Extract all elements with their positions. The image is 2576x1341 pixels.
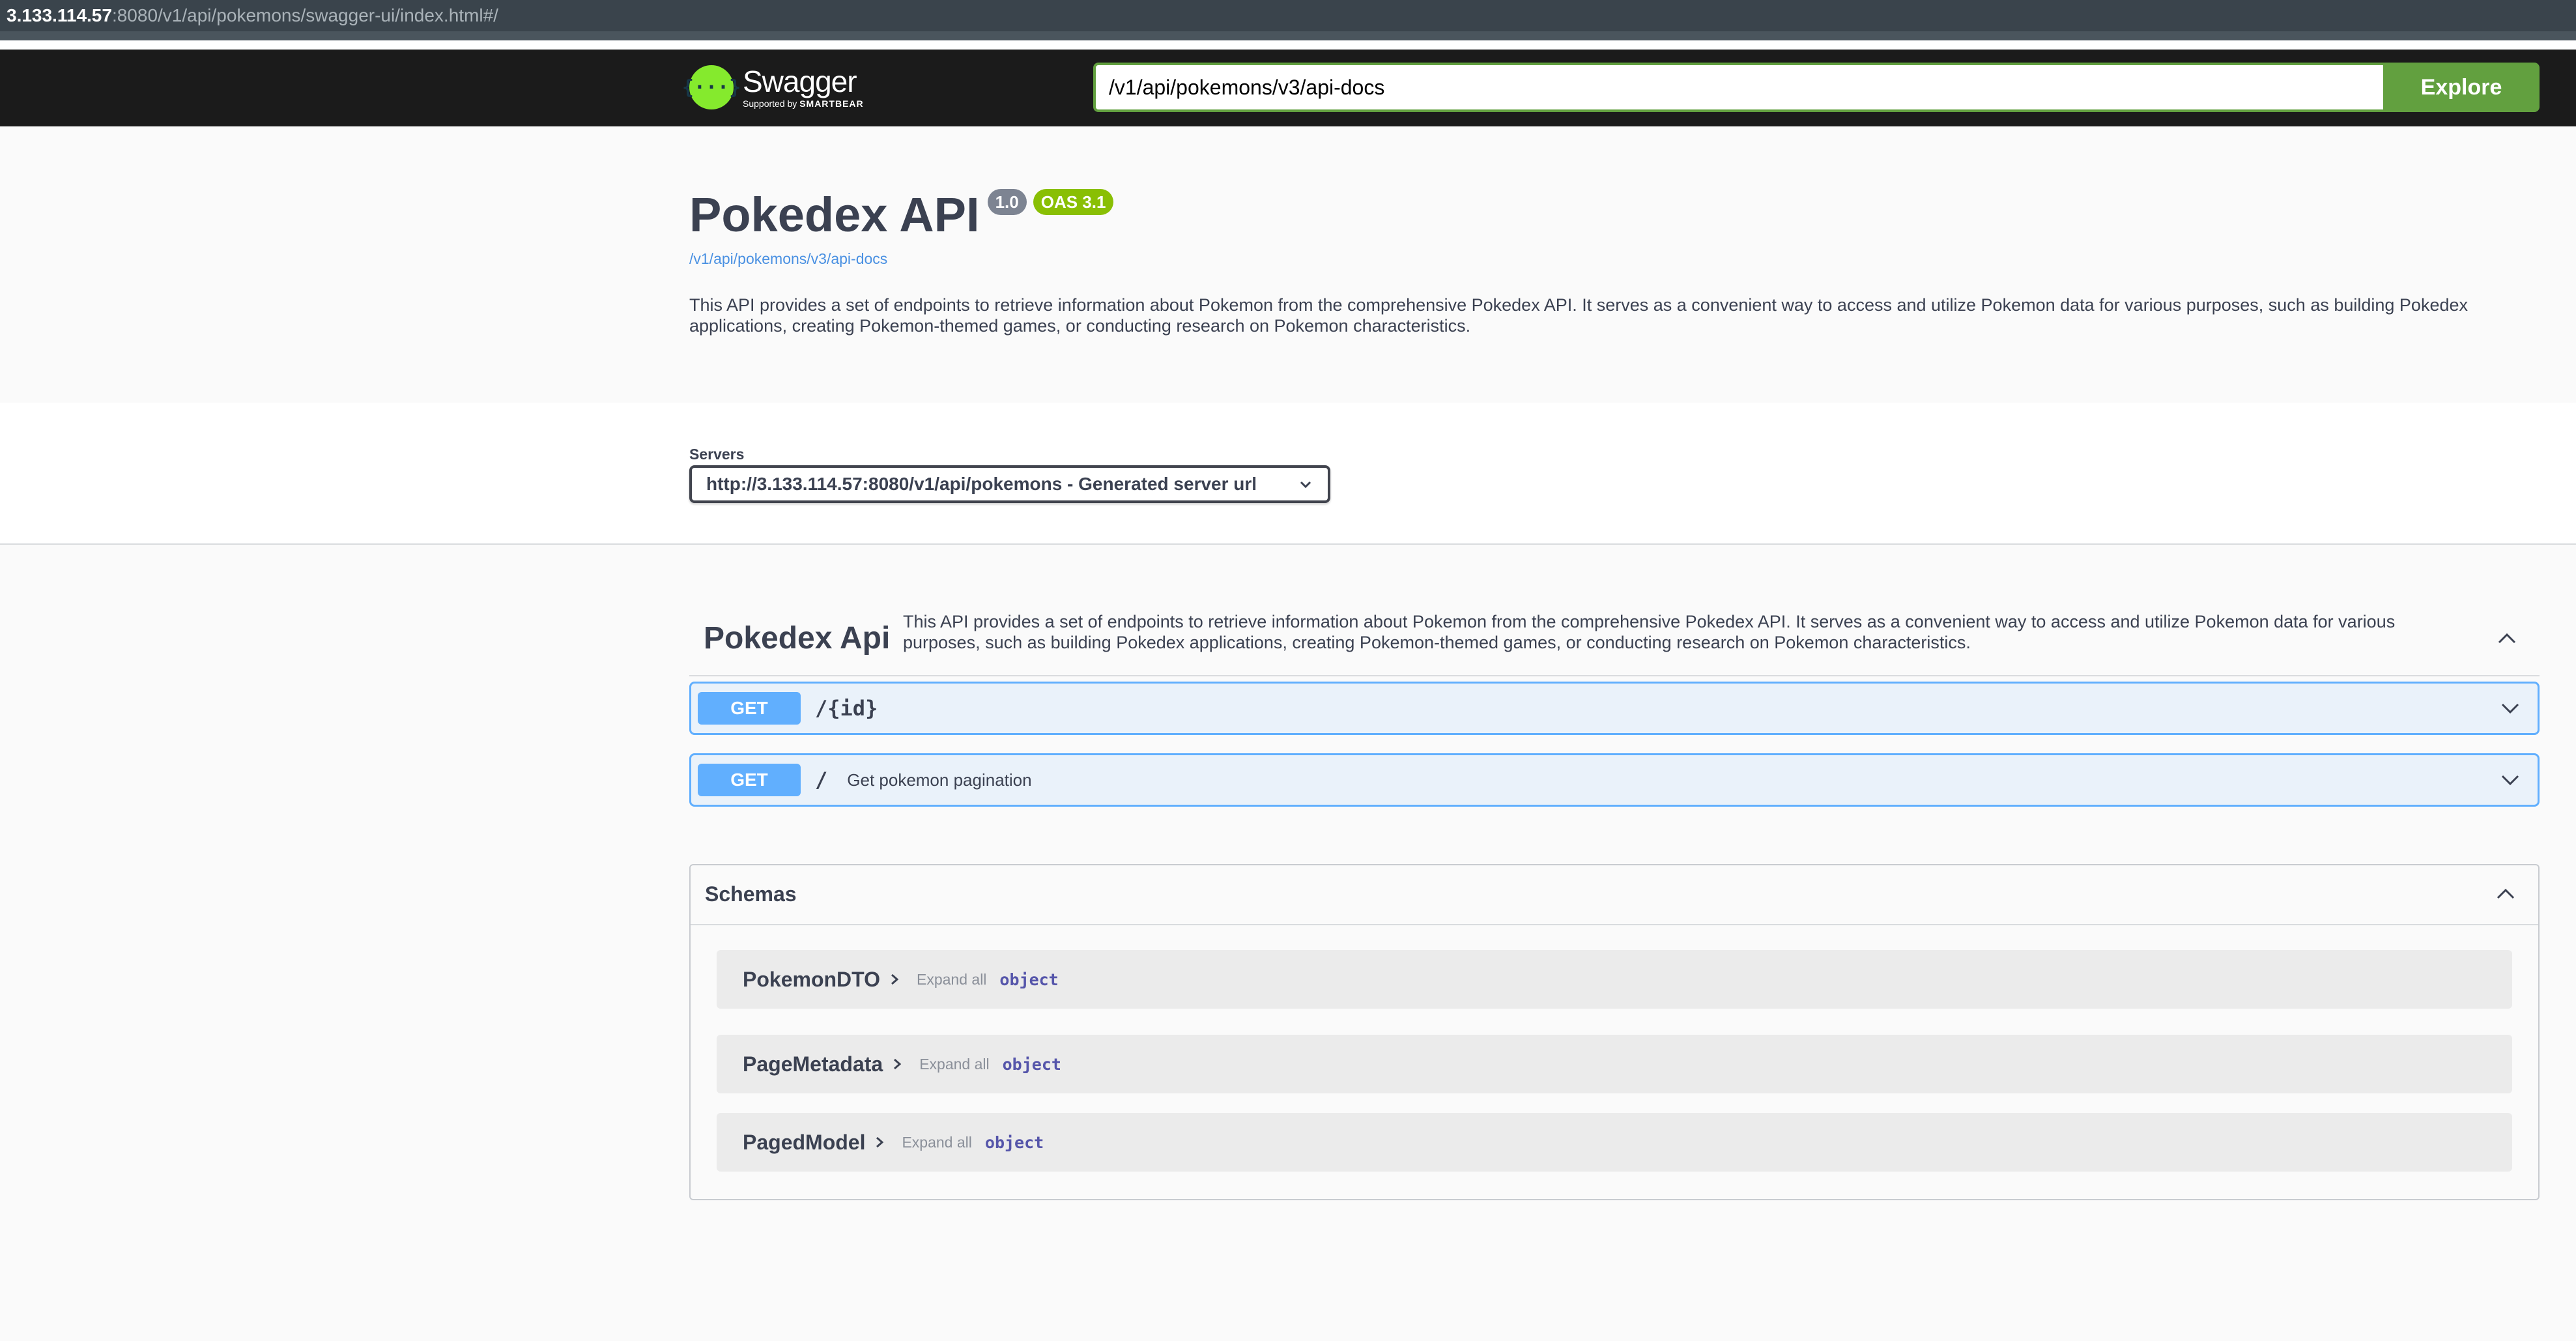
oas-badge: OAS 3.1 bbox=[1033, 189, 1114, 215]
operation-get-root[interactable]: GET / Get pokemon pagination bbox=[689, 753, 2540, 807]
expand-all-button[interactable]: Expand all bbox=[919, 1056, 989, 1073]
method-badge: GET bbox=[698, 764, 801, 796]
expand-all-button[interactable]: Expand all bbox=[902, 1134, 971, 1151]
api-info-section: Pokedex API 1.0 OAS 3.1 /v1/api/pokemons… bbox=[0, 126, 2576, 403]
servers-label: Servers bbox=[689, 446, 745, 463]
swagger-logo-icon: {···} bbox=[682, 65, 741, 109]
version-badge: 1.0 bbox=[987, 189, 1027, 215]
model-type: object bbox=[984, 1132, 1044, 1152]
expand-all-button[interactable]: Expand all bbox=[917, 971, 986, 988]
spec-url-input[interactable] bbox=[1093, 63, 2396, 112]
chevron-down-icon bbox=[1300, 481, 1311, 489]
server-select[interactable]: http://3.133.114.57:8080/v1/api/pokemons… bbox=[689, 465, 1330, 503]
method-badge: GET bbox=[698, 692, 801, 725]
operations-area: Pokedex Api This API provides a set of e… bbox=[0, 545, 2576, 1341]
chevron-down-icon[interactable] bbox=[2497, 767, 2523, 793]
chevron-down-icon[interactable] bbox=[2497, 695, 2523, 721]
model-type: object bbox=[1002, 1054, 1061, 1074]
logo-supported-text: Supported by bbox=[743, 98, 797, 109]
tag-description: This API provides a set of endpoints to … bbox=[903, 612, 2396, 652]
chevron-right-icon bbox=[894, 1058, 902, 1070]
api-description: This API provides a set of endpoints to … bbox=[689, 295, 2468, 336]
explore-button[interactable]: Explore bbox=[2383, 63, 2540, 112]
chevron-right-icon bbox=[876, 1136, 884, 1148]
swagger-logo[interactable]: {···} Swagger Supported by SMARTBEAR bbox=[682, 61, 864, 113]
model-type: object bbox=[999, 970, 1059, 989]
schemas-header[interactable]: Schemas bbox=[691, 865, 2538, 925]
operation-path: /{id} bbox=[815, 696, 878, 721]
api-title-row: Pokedex API 1.0 OAS 3.1 bbox=[689, 188, 1114, 242]
page-title: Pokedex API bbox=[689, 188, 980, 242]
browser-url-path: :8080/v1/api/pokemons/swagger-ui/index.h… bbox=[111, 5, 498, 25]
model-pagemetadata[interactable]: PageMetadata Expand all object bbox=[717, 1035, 2512, 1093]
model-name: PokemonDTO bbox=[743, 967, 880, 991]
operation-summary: Get pokemon pagination bbox=[847, 770, 1032, 790]
server-select-value: http://3.133.114.57:8080/v1/api/pokemons… bbox=[706, 474, 1257, 494]
swagger-logo-text: Swagger Supported by SMARTBEAR bbox=[743, 66, 864, 109]
tag-name: Pokedex Api bbox=[704, 621, 891, 656]
swagger-logo-subtitle: Supported by SMARTBEAR bbox=[743, 98, 864, 109]
schemas-title: Schemas bbox=[705, 882, 797, 906]
browser-url[interactable]: 3.133.114.57:8080/v1/api/pokemons/swagge… bbox=[7, 5, 498, 26]
operation-get-id[interactable]: GET /{id} bbox=[689, 682, 2540, 735]
servers-section: Servers http://3.133.114.57:8080/v1/api/… bbox=[0, 403, 2576, 545]
chevron-right-icon bbox=[891, 973, 899, 985]
operation-path: / bbox=[815, 768, 828, 792]
model-name: PageMetadata bbox=[743, 1052, 883, 1076]
model-pokemondto[interactable]: PokemonDTO Expand all object bbox=[717, 950, 2512, 1009]
model-name: PagedModel bbox=[743, 1130, 866, 1154]
browser-url-host: 3.133.114.57 bbox=[7, 5, 112, 25]
browser-address-bar[interactable]: 3.133.114.57:8080/v1/api/pokemons/swagge… bbox=[0, 0, 2576, 40]
model-pagedmodel[interactable]: PagedModel Expand all object bbox=[717, 1113, 2512, 1172]
chevron-up-icon[interactable] bbox=[2494, 626, 2520, 652]
tag-header[interactable]: Pokedex Api This API provides a set of e… bbox=[689, 598, 2540, 676]
swagger-logo-name: Swagger bbox=[743, 65, 857, 98]
swagger-topbar: {···} Swagger Supported by SMARTBEAR Exp… bbox=[0, 50, 2576, 126]
schemas-section: Schemas PokemonDTO Expand all object Pag… bbox=[689, 864, 2540, 1200]
logo-brand-text: SMARTBEAR bbox=[799, 98, 864, 109]
spec-link[interactable]: /v1/api/pokemons/v3/api-docs bbox=[689, 250, 887, 268]
chevron-up-icon[interactable] bbox=[2493, 881, 2519, 907]
